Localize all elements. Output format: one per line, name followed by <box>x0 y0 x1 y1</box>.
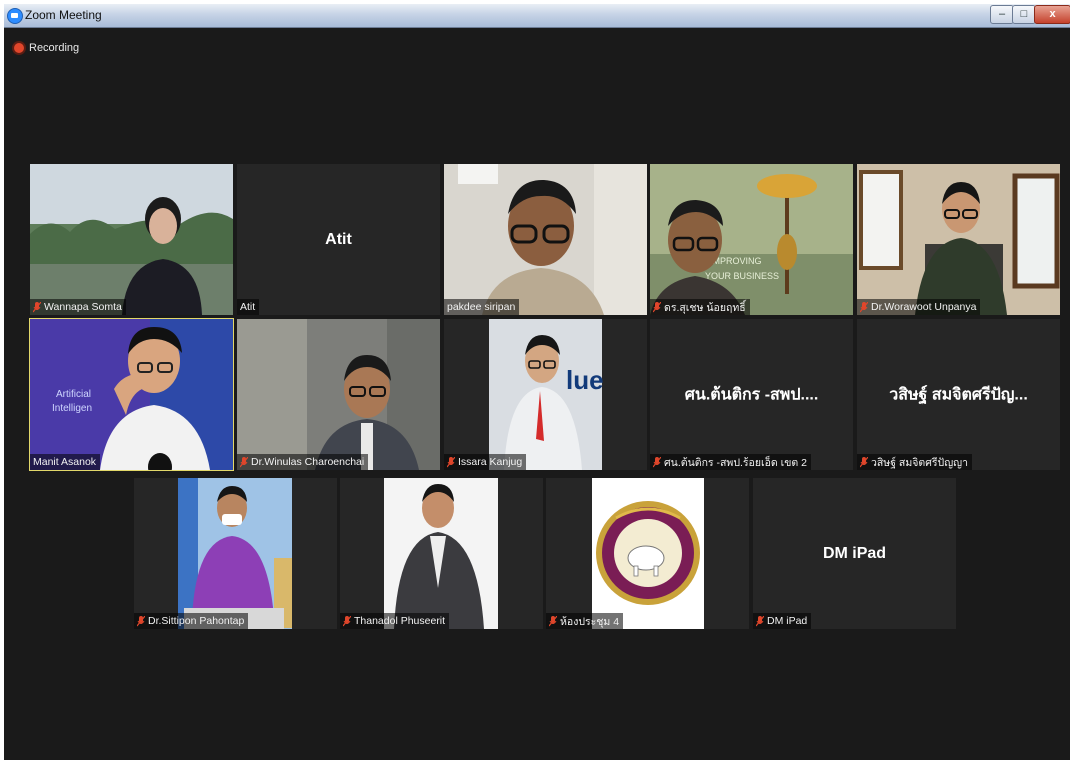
zoom-window: Zoom Meeting – □ x Recording Wannapa Som… <box>4 4 1070 760</box>
mic-muted-icon <box>549 615 557 626</box>
video-tile-p13[interactable]: ห้องประชุม 4 <box>546 478 749 629</box>
mic-muted-icon <box>653 301 661 312</box>
mic-muted-icon <box>447 456 455 467</box>
participant-center-name: วสิษฐ์ สมจิตศรีปัญ... <box>889 386 1028 403</box>
participant-video <box>30 164 233 315</box>
video-tile-p12[interactable]: Thanadol Phuseerit <box>340 478 543 629</box>
title-bar: Zoom Meeting – □ x <box>4 4 1070 28</box>
zoom-app-icon <box>7 8 23 24</box>
participant-label: Issara Kanjug <box>444 454 527 470</box>
participant-name: ดร.สุเชษ น้อยฤทธิ์ <box>664 301 746 314</box>
background-text: Intelligen <box>52 403 92 414</box>
recording-label: Recording <box>29 42 80 54</box>
participant-name: วสิษฐ์ สมจิตศรีปัญญา <box>871 456 968 469</box>
mic-muted-icon <box>860 301 868 312</box>
mic-muted-icon <box>33 301 41 312</box>
background-text: Artificial <box>56 389 91 400</box>
video-tile-p8[interactable]: lue Issara Kanjug <box>444 319 647 470</box>
video-tile-p3[interactable]: pakdee siripan <box>444 164 647 315</box>
participant-label: ศน.ต้นติกร -สพป.ร้อยเอ็ด เขต 2 <box>650 454 811 470</box>
participant-label: ห้องประชุม 4 <box>546 613 624 629</box>
participant-label: Thanadol Phuseerit <box>340 613 450 629</box>
participant-label: Dr.Winulas Charoenchai <box>237 454 369 470</box>
participant-name: Dr.Worawoot Unpanya <box>871 301 977 313</box>
participant-name: Thanadol Phuseerit <box>354 615 446 627</box>
participant-name: Wannapa Somta <box>44 301 122 313</box>
participant-label: pakdee siripan <box>444 299 520 315</box>
participant-name: Issara Kanjug <box>458 456 523 468</box>
participant-video <box>340 478 543 629</box>
participant-label: Dr.Sittipon Pahontap <box>134 613 249 629</box>
participant-video: Artificial Intelligen <box>30 319 233 470</box>
participant-name: ศน.ต้นติกร -สพป.ร้อยเอ็ด เขต 2 <box>664 456 807 469</box>
participant-video: lue <box>444 319 647 470</box>
video-tile-p1[interactable]: Wannapa Somta <box>30 164 233 315</box>
mic-muted-icon <box>343 615 351 626</box>
close-button[interactable]: x <box>1034 5 1070 24</box>
background-text: lue <box>566 365 604 395</box>
video-tile-p7[interactable]: Dr.Winulas Charoenchai <box>237 319 440 470</box>
participant-center-name: ศน.ต้นติกร -สพป.... <box>684 386 819 403</box>
participant-video <box>857 164 1060 315</box>
participant-video <box>546 478 749 629</box>
participant-name: Dr.Sittipon Pahontap <box>148 615 245 627</box>
participant-label: Wannapa Somta <box>30 299 126 315</box>
participant-name: Dr.Winulas Charoenchai <box>251 456 365 468</box>
participant-name: DM iPad <box>767 615 808 627</box>
mic-muted-icon <box>240 456 248 467</box>
recording-indicator[interactable]: Recording <box>14 42 79 54</box>
video-tile-p14[interactable]: DM iPad DM iPad <box>753 478 956 629</box>
participant-label: Dr.Worawoot Unpanya <box>857 299 981 315</box>
participant-center-name: Atit <box>325 230 352 248</box>
participant-video <box>134 478 337 629</box>
video-tile-p10[interactable]: วสิษฐ์ สมจิตศรีปัญ... วสิษฐ์ สมจิตศรีปัญ… <box>857 319 1060 470</box>
participant-video: IMPROVING YOUR BUSINESS <box>650 164 853 315</box>
participant-label: DM iPad <box>753 613 812 629</box>
participant-label: วสิษฐ์ สมจิตศรีปัญญา <box>857 454 972 470</box>
mic-muted-icon <box>860 456 868 467</box>
recording-dot-icon <box>14 43 24 53</box>
participant-video <box>444 164 647 315</box>
video-tile-p5[interactable]: Dr.Worawoot Unpanya <box>857 164 1060 315</box>
video-tile-p2[interactable]: Atit Atit <box>237 164 440 315</box>
participant-name: Atit <box>240 301 256 313</box>
video-tile-p11[interactable]: Dr.Sittipon Pahontap <box>134 478 337 629</box>
participant-center-name: DM iPad <box>822 544 887 562</box>
participant-label: Manit Asanok <box>30 454 101 470</box>
video-tile-p9[interactable]: ศน.ต้นติกร -สพป.... ศน.ต้นติกร -สพป.ร้อย… <box>650 319 853 470</box>
video-tile-p4[interactable]: IMPROVING YOUR BUSINESS ดร.สุเชษ น้อยฤทธ… <box>650 164 853 315</box>
window-title: Zoom Meeting <box>25 8 102 22</box>
participant-label: Atit <box>237 299 260 315</box>
background-text: YOUR BUSINESS <box>705 271 779 281</box>
mic-muted-icon <box>137 615 145 626</box>
participant-video <box>237 319 440 470</box>
participant-name: Manit Asanok <box>33 456 97 468</box>
maximize-button[interactable]: □ <box>1012 5 1036 24</box>
mic-muted-icon <box>653 456 661 467</box>
minimize-button[interactable]: – <box>990 5 1014 24</box>
mic-muted-icon <box>756 615 764 626</box>
video-tile-p6[interactable]: Artificial Intelligen Manit Asanok <box>29 318 234 471</box>
participant-label: ดร.สุเชษ น้อยฤทธิ์ <box>650 299 750 315</box>
participant-name: pakdee siripan <box>447 301 516 313</box>
participant-name: ห้องประชุม 4 <box>560 615 620 628</box>
